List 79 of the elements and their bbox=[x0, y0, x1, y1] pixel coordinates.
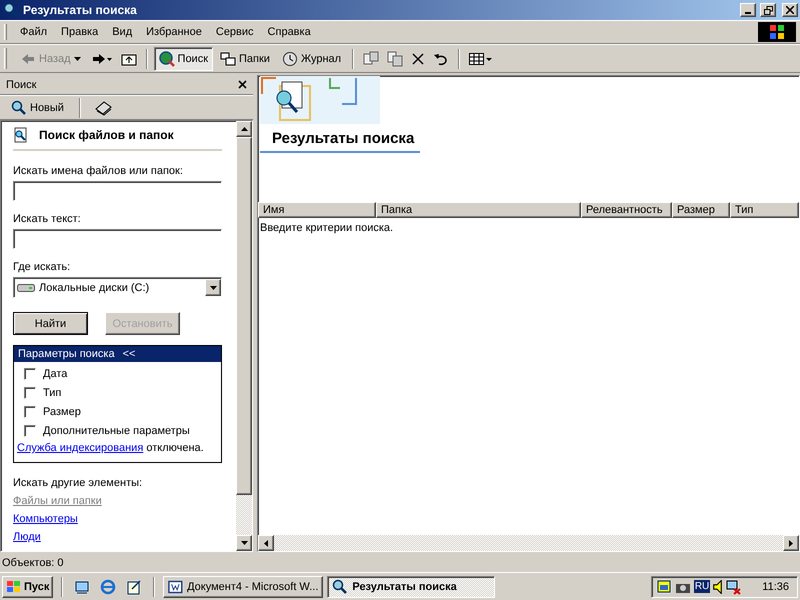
checkbox-label: Дополнительные параметры bbox=[43, 425, 190, 437]
document-icon bbox=[168, 578, 184, 594]
minimize-button[interactable] bbox=[740, 3, 756, 17]
language-indicator[interactable]: RU bbox=[694, 580, 710, 593]
up-arrow-icon bbox=[240, 127, 248, 131]
other-items-label: Искать другие элементы: bbox=[13, 477, 144, 489]
start-button[interactable]: Пуск bbox=[2, 576, 54, 598]
speaker-icon bbox=[713, 580, 722, 594]
field-label: Искать имена файлов или папок: bbox=[13, 165, 184, 177]
status-text: Объектов: 0 bbox=[2, 557, 64, 569]
search-window-icon bbox=[3, 2, 19, 18]
menu-item[interactable]: Сервис bbox=[208, 23, 261, 41]
grid-icon bbox=[469, 52, 494, 66]
clock: 11:36 bbox=[762, 580, 789, 592]
close-pane-button[interactable] bbox=[238, 80, 247, 89]
file-search-icon bbox=[13, 127, 29, 143]
search-link[interactable]: Компьютеры bbox=[13, 513, 222, 525]
scrollbar[interactable] bbox=[258, 535, 799, 551]
checkbox-label: Дата bbox=[43, 368, 68, 380]
magnifier-icon bbox=[11, 100, 27, 116]
right-arrow-icon bbox=[789, 540, 793, 546]
menu-item[interactable]: Файл bbox=[13, 23, 54, 41]
down-arrow-icon bbox=[210, 286, 216, 290]
column-header[interactable]: Релевантность bbox=[581, 202, 672, 218]
toolbar-button[interactable]: Поиск bbox=[154, 46, 214, 70]
search-link[interactable]: Люди bbox=[13, 531, 222, 543]
indexing-service-link[interactable]: Служба индексирования bbox=[17, 442, 144, 454]
column-header[interactable]: Имя bbox=[258, 202, 376, 218]
browser-icon bbox=[100, 578, 116, 594]
results-heading: Результаты поиска bbox=[260, 124, 420, 153]
notepad-icon bbox=[126, 578, 142, 594]
taskbar-button[interactable]: Документ4 - Microsoft W... bbox=[163, 576, 324, 598]
monitor-icon bbox=[74, 578, 90, 594]
windows-logo-icon bbox=[758, 22, 796, 42]
close-icon bbox=[786, 6, 794, 14]
checkbox-label: Размер bbox=[43, 406, 81, 418]
drive-icon bbox=[17, 282, 35, 292]
pane-title: Поиск bbox=[6, 78, 36, 90]
windows-logo-icon bbox=[6, 580, 22, 594]
section-heading: Поиск файлов и папок bbox=[39, 128, 174, 142]
field-label: Где искать: bbox=[13, 261, 72, 273]
location-dropdown[interactable]: Локальные диски (C:) bbox=[13, 277, 222, 298]
menu-item[interactable]: Правка bbox=[54, 23, 106, 41]
magnifier-icon bbox=[332, 578, 348, 594]
down-arrow-icon bbox=[74, 56, 81, 60]
menu-item[interactable]: Вид bbox=[105, 23, 140, 41]
left-arrow-icon bbox=[264, 540, 268, 546]
close-icon bbox=[238, 80, 247, 89]
column-header[interactable]: Папка bbox=[376, 202, 581, 218]
column-header[interactable]: Тип bbox=[730, 202, 799, 218]
results-message: Введите критерии поиска. bbox=[259, 221, 394, 236]
field-label: Искать текст: bbox=[13, 213, 82, 225]
window-title: Результаты поиска bbox=[23, 3, 138, 17]
column-header[interactable]: Размер bbox=[672, 202, 730, 218]
new-search-button[interactable]: Новый bbox=[6, 96, 69, 120]
restore-icon bbox=[764, 6, 772, 14]
network-disconnected-icon bbox=[725, 578, 742, 594]
close-button[interactable] bbox=[782, 3, 798, 17]
book-icon bbox=[94, 100, 112, 116]
copy-icon bbox=[387, 50, 404, 66]
globe-search-icon bbox=[158, 50, 175, 66]
indexing-status-text: Служба индексирования отключена. bbox=[17, 442, 205, 454]
menu-item[interactable]: Справка bbox=[260, 23, 318, 41]
checkbox-label: Тип bbox=[43, 387, 62, 399]
folders-icon bbox=[220, 50, 236, 66]
toolbar-button[interactable]: Журнал bbox=[276, 46, 346, 70]
find-button[interactable]: Найти bbox=[13, 312, 88, 335]
down-arrow-icon bbox=[240, 541, 248, 545]
move-icon bbox=[363, 50, 380, 66]
delete-icon bbox=[411, 52, 426, 66]
undo-icon bbox=[433, 52, 450, 66]
menu-item[interactable]: Избранное bbox=[139, 23, 209, 41]
clock-icon bbox=[282, 50, 298, 66]
restore-button[interactable] bbox=[760, 3, 776, 17]
toolbar-button[interactable]: Папки bbox=[215, 46, 275, 70]
taskbar-button[interactable]: Результаты поиска bbox=[327, 576, 496, 598]
panel-header[interactable]: Параметры поиска << bbox=[14, 346, 221, 362]
scrollbar[interactable] bbox=[236, 121, 252, 551]
tray-window-icon bbox=[656, 578, 672, 594]
